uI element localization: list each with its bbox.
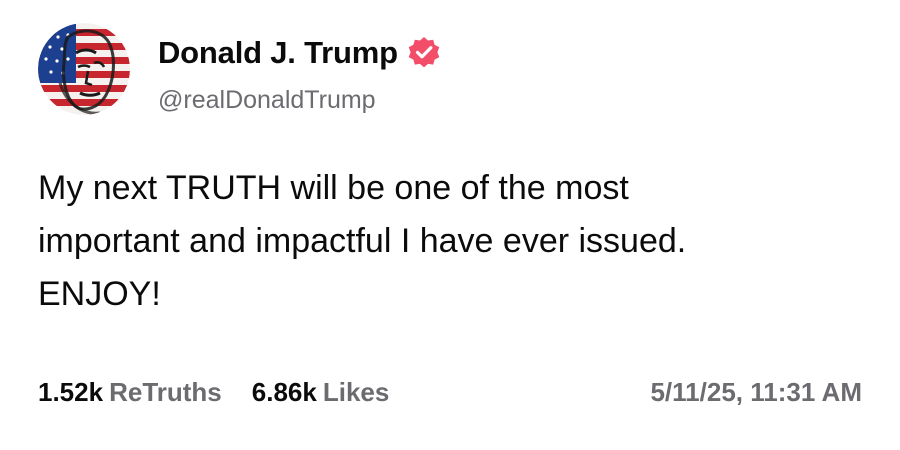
post-text-line: My next TRUTH will be one of the most xyxy=(38,169,629,207)
truth-post: Donald J. Trump @realDonaldTrump My next… xyxy=(0,0,900,450)
retruths-label: ReTruths xyxy=(109,377,222,407)
avatar[interactable] xyxy=(38,23,130,115)
flag-portrait-avatar xyxy=(38,23,130,115)
post-text-line: ENJOY! xyxy=(38,275,161,313)
retruths-count: 1.52k xyxy=(38,377,104,407)
post-stats: 1.52k ReTruths 6.86k Likes xyxy=(38,374,419,410)
author-name[interactable]: Donald J. Trump xyxy=(158,33,442,73)
likes-count: 6.86k xyxy=(251,377,317,407)
post-text: My next TRUTH will be one of the most im… xyxy=(38,162,868,321)
post-timestamp: 5/11/25, 11:31 AM xyxy=(650,377,862,407)
author-display-name[interactable]: Donald J. Trump xyxy=(158,33,398,73)
verified-badge-icon xyxy=(406,35,442,71)
retruths-stat[interactable]: 1.52k ReTruths xyxy=(38,374,222,410)
post-text-line: important and impactful I have ever issu… xyxy=(38,222,687,260)
likes-stat[interactable]: 6.86k Likes xyxy=(252,374,390,410)
likes-label: Likes xyxy=(322,377,390,407)
author-handle[interactable]: @realDonaldTrump xyxy=(158,83,376,117)
